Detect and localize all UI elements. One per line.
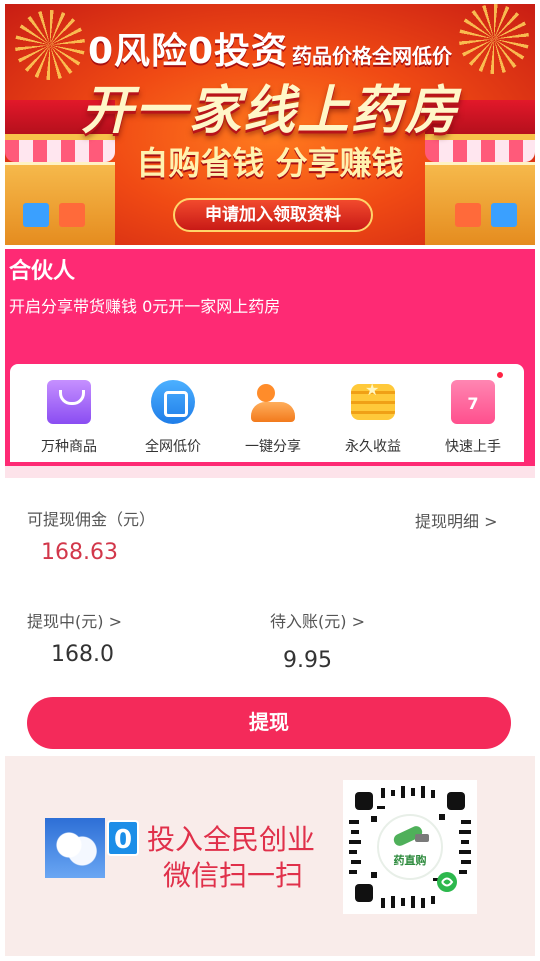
feature-item-products[interactable]: 万种商品 — [24, 380, 114, 456]
feature-label: 快速上手 — [445, 439, 501, 455]
zero-badge: 0 — [107, 820, 139, 856]
to-arrive-label[interactable]: 待入账(元) > — [270, 608, 365, 632]
mini-program-qr-code[interactable]: 药直购 — [343, 780, 477, 914]
coin-stack-icon — [351, 380, 395, 424]
share-people-icon — [251, 380, 295, 424]
qr-code-icon: 药直购 — [349, 786, 471, 908]
feature-label: 万种商品 — [41, 439, 97, 455]
pending-withdraw-label[interactable]: 提现中(元) > — [27, 608, 122, 632]
feature-label: 永久收益 — [345, 439, 401, 455]
banner-title-small: 药品价格全网低价 — [292, 44, 453, 68]
promo-banner[interactable]: 0风险0投资 药品价格全网低价 开一家线上药房 自购省钱 分享赚钱 申请加入领取资… — [5, 4, 535, 245]
feature-grid: 万种商品 全网低价 一键分享 永久收益 快速上手 — [10, 364, 524, 462]
withdrawable-label: 可提现佣金（元） — [27, 510, 156, 529]
feature-label: 一键分享 — [245, 439, 301, 455]
feature-item-low-price[interactable]: 全网低价 — [128, 380, 218, 456]
to-arrive-amount: 9.95 — [283, 648, 332, 673]
qr-brand-text: 药直购 — [394, 853, 427, 867]
feature-item-earnings[interactable]: 永久收益 — [328, 380, 418, 456]
banner-headline: 开一家线上药房 — [80, 81, 459, 141]
feature-label: 全网低价 — [145, 439, 201, 455]
promo-text-line1: 投入全民创业 — [147, 823, 316, 856]
page-title: 合伙人 — [9, 259, 76, 284]
feature-item-quick-start[interactable]: 快速上手 — [428, 370, 518, 456]
promo-text-line2: 微信扫一扫 — [163, 859, 304, 892]
sky-avatar-image — [45, 818, 105, 878]
banner-tagline: 0风险0投资 药品价格全网低价 — [5, 22, 535, 74]
price-tag-icon — [151, 380, 195, 424]
shopping-bag-icon — [47, 380, 91, 424]
pending-withdraw-amount: 168.0 — [51, 642, 114, 667]
apply-join-button[interactable]: 申请加入领取资料 — [173, 198, 373, 232]
withdraw-button[interactable]: 提现 — [27, 697, 511, 749]
banner-title-big: 0风险0投资 — [87, 31, 289, 72]
withdraw-detail-link[interactable]: 提现明细 > — [415, 508, 498, 532]
withdrawable-amount: 168.63 — [41, 540, 118, 565]
feature-item-share[interactable]: 一键分享 — [228, 380, 318, 456]
commission-card: 可提现佣金（元） 提现明细 > 168.63 提现中(元) > 168.0 待入… — [5, 478, 535, 750]
page-subtitle: 开启分享带货赚钱 0元开一家网上药房 — [9, 297, 281, 316]
notification-dot — [495, 370, 505, 380]
banner-slogan: 自购省钱 分享赚钱 — [136, 144, 404, 182]
section-divider — [5, 466, 535, 478]
calendar-icon — [451, 370, 505, 424]
promo-footer: 0 投入全民创业 微信扫一扫 药直购 — [5, 756, 535, 956]
